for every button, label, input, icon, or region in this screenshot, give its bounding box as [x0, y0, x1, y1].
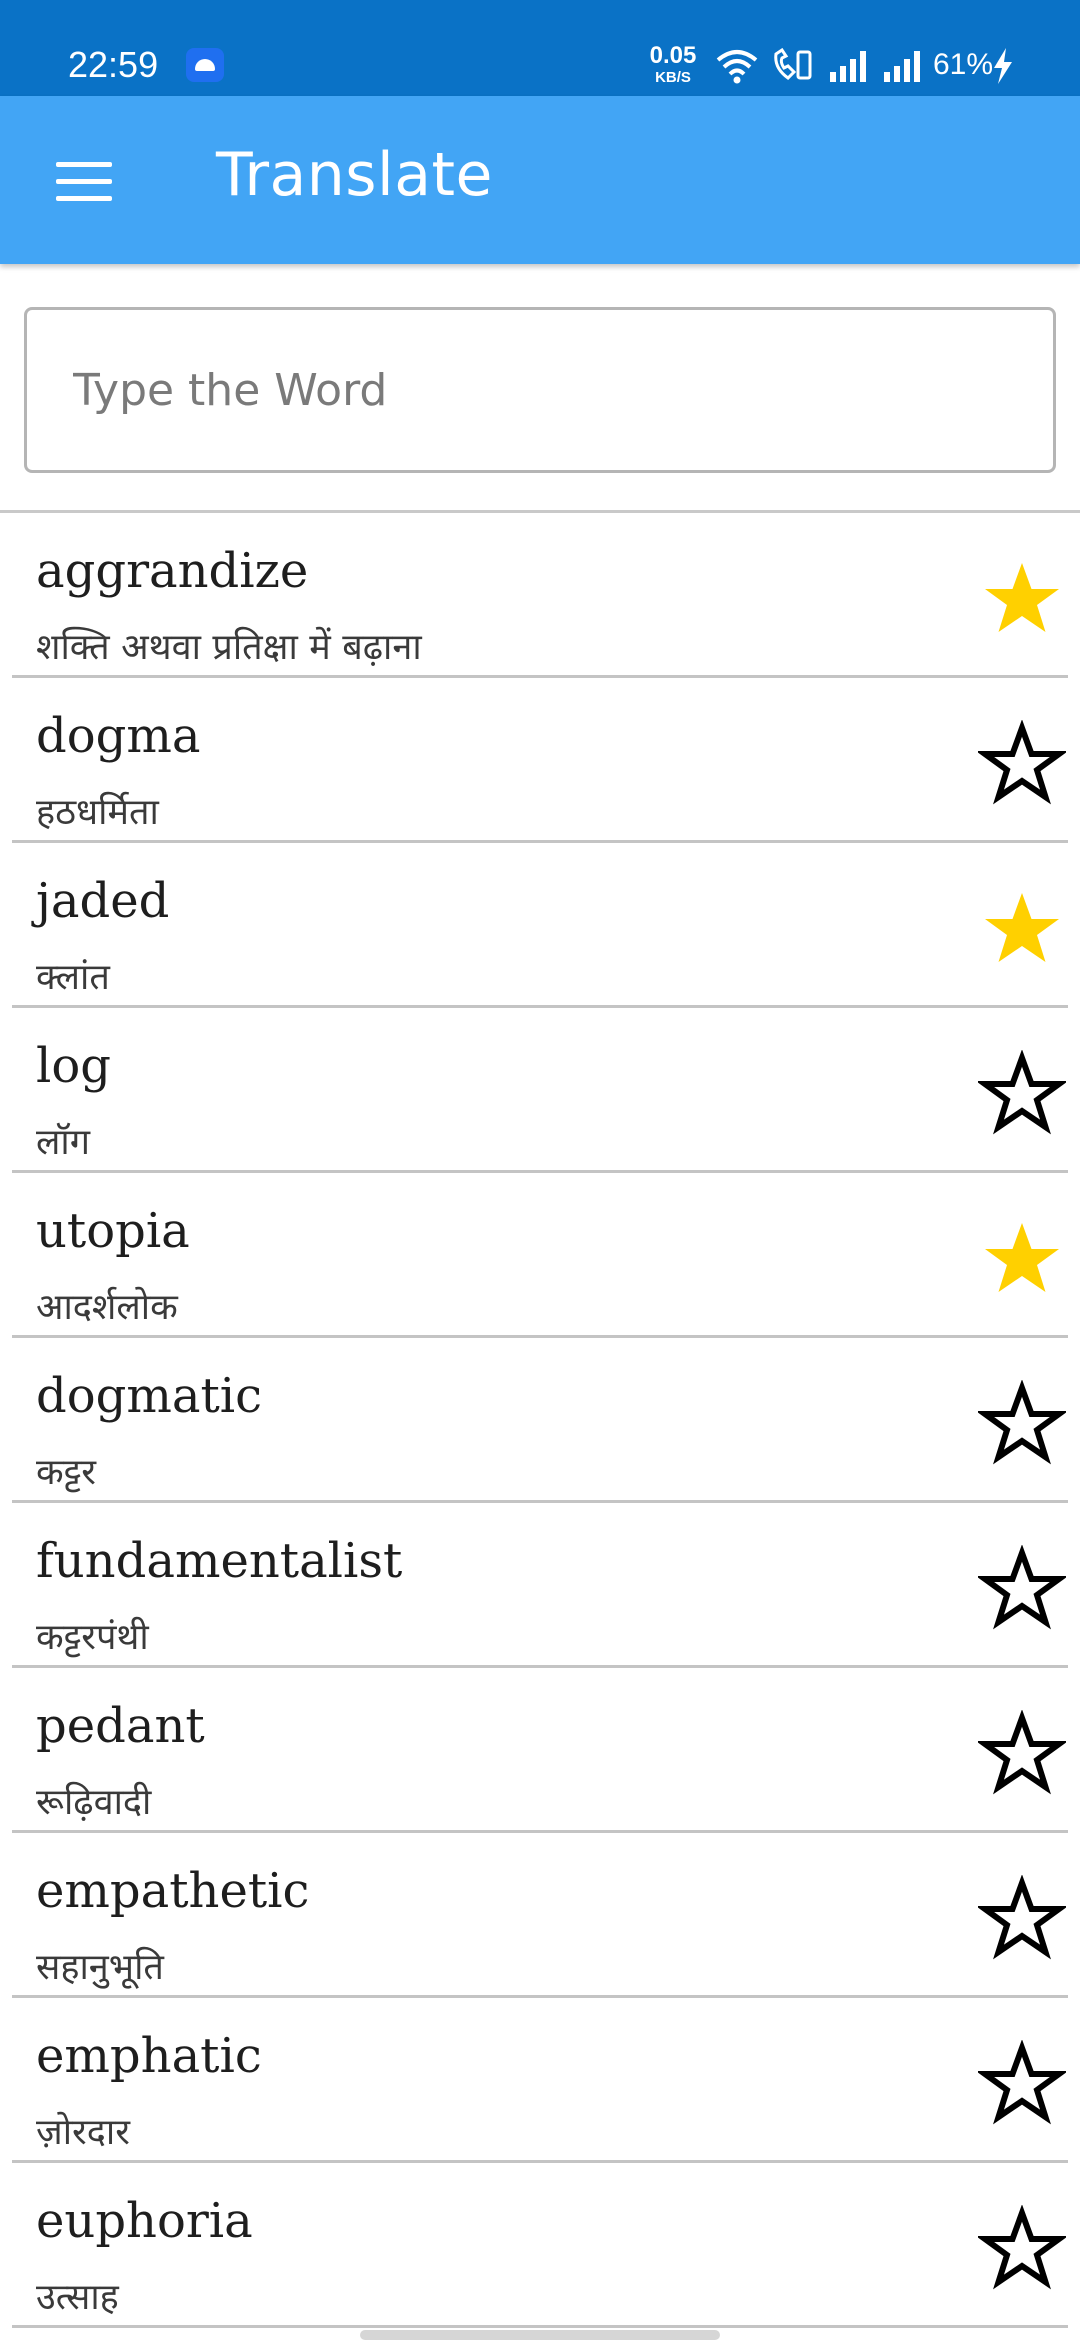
- star-outline-icon[interactable]: [978, 1050, 1066, 1138]
- word-translation: सहानुभूति: [36, 1947, 164, 1988]
- status-icons: [714, 46, 928, 86]
- signal-strength-icon: [830, 51, 866, 82]
- home-indicator: [360, 2330, 720, 2340]
- charging-bolt-icon: [994, 48, 1012, 84]
- word-translation: उत्साह: [36, 2277, 119, 2318]
- wifi-icon: [716, 50, 758, 84]
- signal-strength-2-icon: [884, 51, 920, 82]
- status-time: 22:59: [68, 44, 159, 85]
- word-english: empathetic: [36, 1863, 310, 1919]
- word-translation: रूढ़िवादी: [36, 1782, 152, 1823]
- android-notification-icon: [186, 48, 224, 82]
- word-english: emphatic: [36, 2028, 262, 2084]
- word-translation: शक्ति अथवा प्रतिक्षा में बढ़ाना: [36, 627, 422, 668]
- word-translation: कट्टरपंथी: [36, 1617, 149, 1658]
- word-english: euphoria: [36, 2193, 253, 2249]
- word-translation: क्लांत: [36, 957, 110, 998]
- star-outline-icon[interactable]: [978, 720, 1066, 808]
- network-speed: 0.05 KB/S: [646, 42, 700, 86]
- list-item[interactable]: fundamentalist कट्टरपंथी: [0, 1503, 1080, 1668]
- hamburger-menu-icon[interactable]: [44, 146, 124, 216]
- app-title: Translate: [216, 140, 493, 210]
- star-filled-icon[interactable]: [978, 555, 1066, 643]
- word-english: utopia: [36, 1203, 190, 1259]
- network-speed-value: 0.05: [649, 42, 697, 69]
- word-list: aggrandize शक्ति अथवा प्रतिक्षा में बढ़ान…: [0, 513, 1080, 2328]
- word-translation: ज़ोरदार: [36, 2112, 130, 2153]
- star-filled-icon[interactable]: [978, 1215, 1066, 1303]
- list-item[interactable]: jaded क्लांत: [0, 843, 1080, 1008]
- word-english: log: [36, 1038, 111, 1094]
- word-translation: कट्टर: [36, 1452, 96, 1493]
- star-filled-icon[interactable]: [978, 885, 1066, 973]
- list-item[interactable]: log लॉग: [0, 1008, 1080, 1173]
- word-translation: लॉग: [36, 1122, 91, 1163]
- star-outline-icon[interactable]: [978, 1545, 1066, 1633]
- search-field[interactable]: [24, 307, 1056, 473]
- word-english: aggrandize: [36, 543, 309, 599]
- list-item[interactable]: aggrandize शक्ति अथवा प्रतिक्षा में बढ़ान…: [0, 513, 1080, 678]
- word-translation: हठधर्मिता: [36, 792, 159, 833]
- network-speed-unit: KB/S: [655, 69, 691, 86]
- status-bar: 22:59 0.05 KB/S 61%: [0, 0, 1080, 96]
- list-item[interactable]: utopia आदर्शलोक: [0, 1173, 1080, 1338]
- word-translation: आदर्शलोक: [36, 1287, 178, 1328]
- star-outline-icon[interactable]: [978, 2040, 1066, 2128]
- word-english: jaded: [36, 873, 170, 929]
- list-item[interactable]: euphoria उत्साह: [0, 2163, 1080, 2328]
- star-outline-icon[interactable]: [978, 1380, 1066, 1468]
- list-item[interactable]: dogma हठधर्मिता: [0, 678, 1080, 843]
- list-item[interactable]: emphatic ज़ोरदार: [0, 1998, 1080, 2163]
- list-item[interactable]: dogmatic कट्टर: [0, 1338, 1080, 1503]
- star-outline-icon[interactable]: [978, 1875, 1066, 1963]
- volte-call-icon: [774, 48, 812, 80]
- list-item[interactable]: empathetic सहानुभूति: [0, 1833, 1080, 1998]
- word-english: dogma: [36, 708, 201, 764]
- word-english: dogmatic: [36, 1368, 263, 1424]
- word-english: pedant: [36, 1698, 205, 1754]
- battery-percent: 61%: [933, 48, 994, 81]
- word-english: fundamentalist: [36, 1533, 403, 1589]
- app-bar: Translate: [0, 96, 1080, 264]
- star-outline-icon[interactable]: [978, 2205, 1066, 2293]
- list-item[interactable]: pedant रूढ़िवादी: [0, 1668, 1080, 1833]
- search-input[interactable]: [73, 310, 1013, 470]
- star-outline-icon[interactable]: [978, 1710, 1066, 1798]
